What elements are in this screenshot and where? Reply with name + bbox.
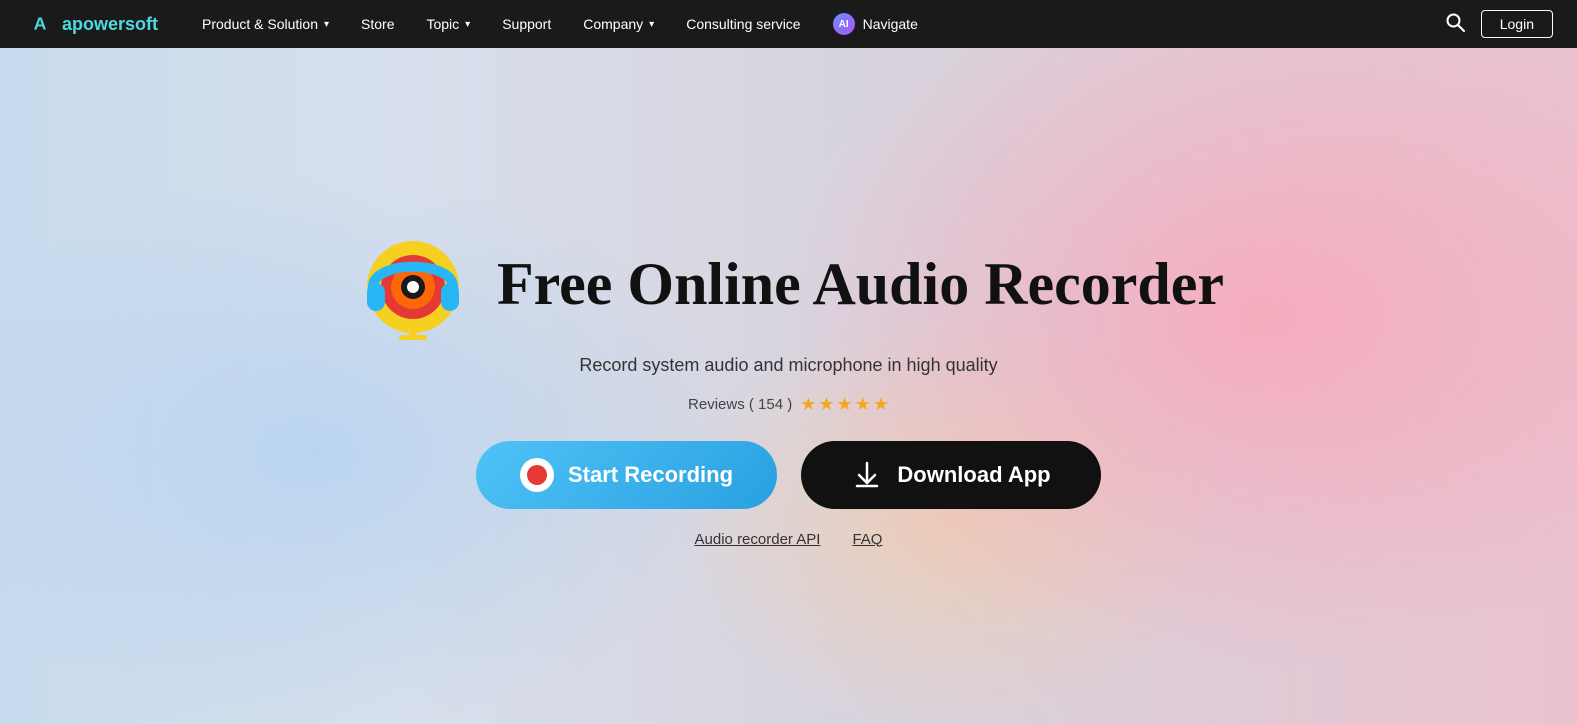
star-1: ★: [800, 394, 816, 415]
nav-item-navigate[interactable]: AI Navigate: [817, 0, 934, 48]
hero-buttons: Start Recording Download App: [476, 441, 1101, 509]
login-button[interactable]: Login: [1481, 10, 1553, 38]
nav-item-product-solution[interactable]: Product & Solution ▾: [186, 0, 345, 48]
nav-right: Login: [1445, 10, 1553, 38]
hero-content: Free Online Audio Recorder Record system…: [353, 225, 1224, 548]
star-2: ★: [818, 394, 834, 415]
chevron-down-icon: ▾: [465, 19, 470, 30]
nav-item-support[interactable]: Support: [486, 0, 567, 48]
star-5: ★: [873, 394, 889, 415]
hero-section: Free Online Audio Recorder Record system…: [0, 48, 1577, 724]
hero-links: Audio recorder API FAQ: [695, 531, 883, 548]
chevron-down-icon: ▾: [649, 19, 654, 30]
faq-link[interactable]: FAQ: [852, 531, 882, 548]
record-icon: [520, 458, 554, 492]
hero-subtitle: Record system audio and microphone in hi…: [579, 355, 997, 376]
search-icon[interactable]: [1445, 12, 1465, 37]
ai-badge: AI: [833, 13, 855, 35]
download-app-button[interactable]: Download App: [801, 441, 1101, 509]
logo-link[interactable]: A apowersoft: [24, 8, 158, 40]
star-4: ★: [855, 394, 871, 415]
nav-item-company[interactable]: Company ▾: [567, 0, 670, 48]
nav-items: Product & Solution ▾ Store Topic ▾ Suppo…: [186, 0, 1445, 48]
logo-icon: A: [24, 8, 56, 40]
chevron-down-icon: ▾: [324, 19, 329, 30]
star-rating: ★ ★ ★ ★ ★: [800, 394, 889, 415]
start-recording-label: Start Recording: [568, 462, 733, 488]
start-recording-button[interactable]: Start Recording: [476, 441, 777, 509]
download-app-label: Download App: [897, 462, 1050, 488]
audio-recorder-api-link[interactable]: Audio recorder API: [695, 531, 821, 548]
nav-item-topic[interactable]: Topic ▾: [410, 0, 486, 48]
app-icon: [353, 225, 473, 345]
hero-title-row: Free Online Audio Recorder: [353, 225, 1224, 345]
download-icon: [851, 459, 883, 491]
nav-item-consulting[interactable]: Consulting service: [670, 0, 816, 48]
star-3: ★: [837, 394, 853, 415]
hero-title: Free Online Audio Recorder: [497, 250, 1224, 319]
logo-text: apowersoft: [62, 14, 158, 35]
reviews-label: Reviews ( 154 ): [688, 396, 792, 413]
record-dot: [527, 465, 547, 485]
reviews-row: Reviews ( 154 ) ★ ★ ★ ★ ★: [688, 394, 889, 415]
navigation: A apowersoft Product & Solution ▾ Store …: [0, 0, 1577, 48]
nav-item-store[interactable]: Store: [345, 0, 410, 48]
svg-text:A: A: [34, 13, 47, 33]
